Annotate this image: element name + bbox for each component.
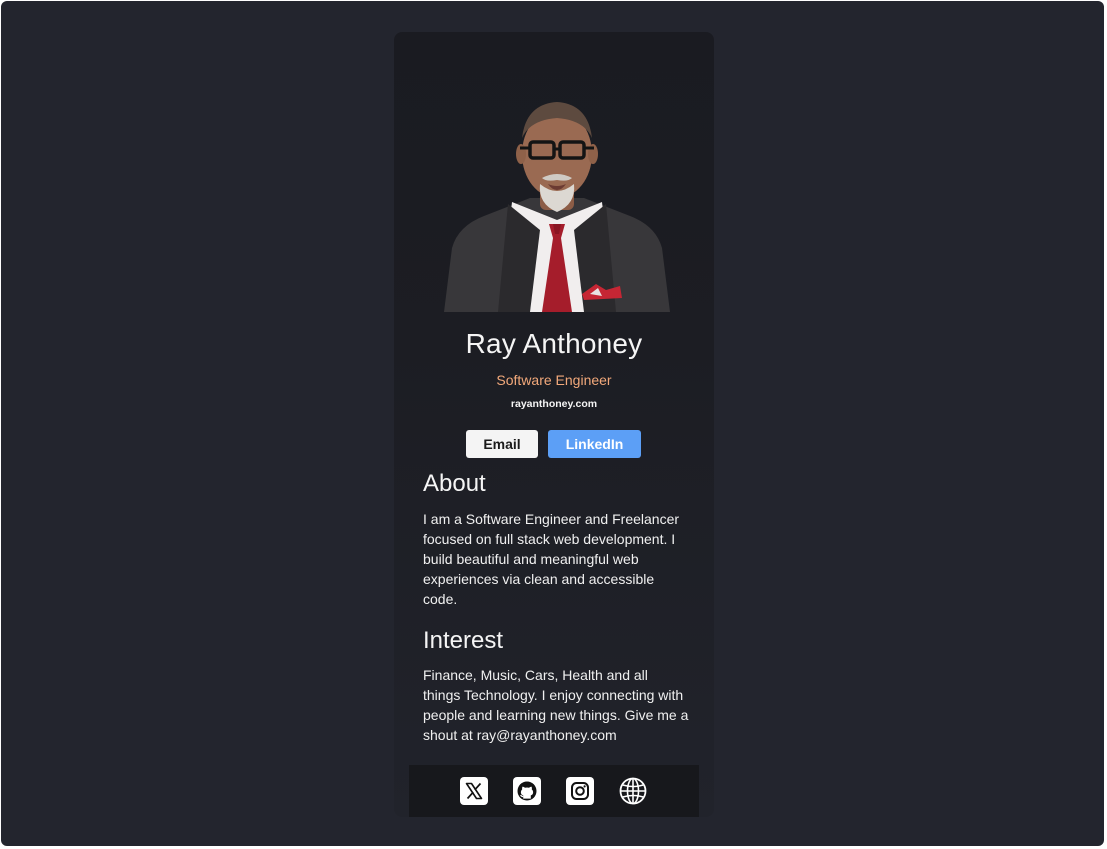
profile-name: Ray Anthoney — [465, 328, 643, 359]
globe-icon[interactable] — [619, 777, 647, 805]
profile-card: Ray Anthoney Software Engineer rayanthon… — [394, 32, 714, 817]
instagram-icon[interactable] — [566, 777, 594, 805]
about-heading: About — [423, 470, 486, 497]
github-icon[interactable] — [513, 777, 541, 805]
about-text: I am a Software Engineer and Freelancer … — [423, 511, 680, 607]
profile-website: rayanthoney.com — [510, 398, 598, 410]
social-footer — [409, 765, 699, 817]
interest-text: Finance, Music, Cars, Health and all thi… — [423, 667, 689, 743]
profile-photo — [444, 102, 670, 312]
x-icon[interactable] — [460, 777, 488, 805]
page-background: Ray Anthoney Software Engineer rayanthon… — [1, 1, 1104, 846]
interest-heading: Interest — [423, 627, 504, 654]
profile-role: Software Engineer — [496, 372, 612, 388]
email-button[interactable]: Email — [466, 430, 538, 458]
linkedin-button[interactable]: LinkedIn — [548, 430, 641, 458]
